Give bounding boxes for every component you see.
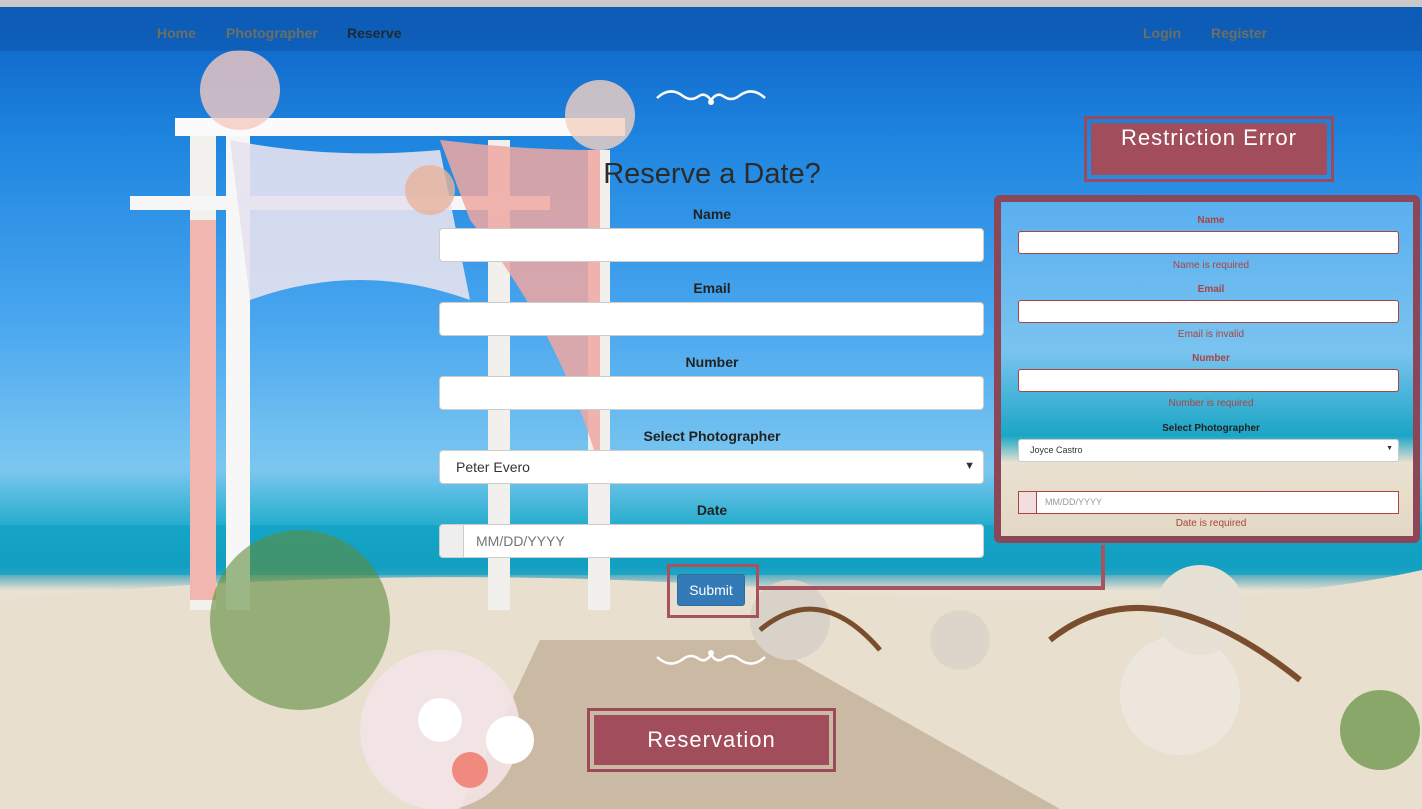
nav-reserve-link[interactable]: Reserve	[347, 25, 402, 41]
error-email-label: Email	[1197, 284, 1225, 295]
chevron-down-icon: ▼	[1386, 445, 1393, 452]
date-field[interactable]	[463, 524, 984, 558]
calendar-icon[interactable]	[1018, 491, 1036, 514]
email-field[interactable]	[439, 302, 984, 336]
error-photographer-selected-value: Joyce Castro	[1030, 445, 1083, 455]
restriction-error-panel: Name Name is required Email Email is inv…	[994, 195, 1420, 543]
error-date-field[interactable]: MM/DD/YYYY	[1036, 491, 1399, 514]
error-photographer-select[interactable]: Joyce Castro ▼	[1018, 439, 1399, 462]
connector-line-horizontal	[756, 586, 1104, 590]
error-number-field[interactable]	[1018, 369, 1399, 392]
navbar: Home Photographer Reserve Login Register	[0, 7, 1422, 51]
number-error-message: Number is required	[1168, 398, 1254, 409]
date-label: Date	[696, 502, 728, 518]
flourish-top-ornament	[656, 90, 766, 105]
page-title: Reserve a Date?	[603, 158, 821, 190]
error-email-field[interactable]	[1018, 300, 1399, 323]
name-label: Name	[692, 206, 732, 222]
nav-login-link[interactable]: Login	[1143, 25, 1181, 41]
error-photographer-label: Select Photographer	[1162, 423, 1260, 434]
date-input-group	[439, 524, 984, 558]
restriction-error-label: Restriction Error	[1084, 116, 1334, 182]
date-error-message: Date is required	[1175, 518, 1247, 529]
photographer-selected-value: Peter Evero	[456, 459, 530, 475]
email-label: Email	[693, 280, 731, 296]
submit-highlight-box	[667, 564, 759, 618]
error-name-field[interactable]	[1018, 231, 1399, 254]
window-top-border	[0, 0, 1422, 7]
number-field[interactable]	[439, 376, 984, 410]
number-label: Number	[685, 354, 739, 370]
email-error-message: Email is invalid	[1177, 329, 1245, 340]
name-field[interactable]	[439, 228, 984, 262]
error-date-input-group: MM/DD/YYYY	[1018, 491, 1399, 514]
nav-photographer-link[interactable]: Photographer	[226, 25, 318, 41]
nav-home-link[interactable]: Home	[157, 25, 196, 41]
error-name-label: Name	[1197, 215, 1225, 226]
calendar-icon[interactable]	[439, 524, 463, 558]
chevron-down-icon: ▼	[964, 460, 975, 472]
name-error-message: Name is required	[1172, 260, 1250, 271]
flourish-bottom-ornament	[656, 650, 766, 665]
nav-register-link[interactable]: Register	[1211, 25, 1267, 41]
photographer-label: Select Photographer	[643, 428, 781, 444]
error-number-label: Number	[1192, 353, 1230, 364]
reservation-label: Reservation	[587, 708, 836, 772]
connector-line-vertical	[1101, 545, 1105, 590]
photographer-select[interactable]: Peter Evero ▼	[439, 450, 984, 484]
